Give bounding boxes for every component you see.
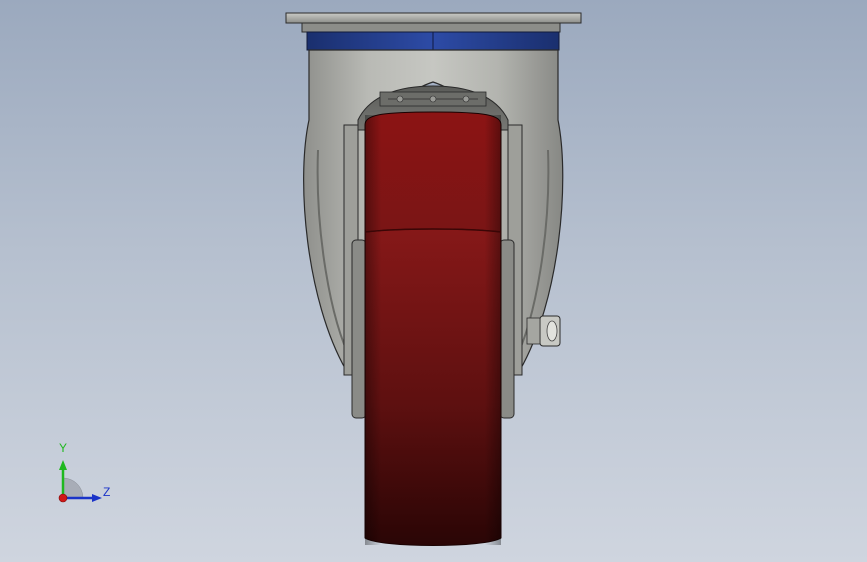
top-plate bbox=[285, 12, 582, 33]
orientation-triad: Y Z bbox=[40, 438, 130, 518]
triad-z-label: Z bbox=[103, 485, 111, 499]
caster-wheel-model[interactable] bbox=[0, 0, 867, 562]
bearing-ring bbox=[306, 31, 560, 51]
graphics-viewport[interactable]: Y Z bbox=[0, 0, 867, 562]
wheel bbox=[364, 111, 502, 546]
z-axis-arrow-icon bbox=[92, 494, 102, 502]
triad-graphic bbox=[58, 460, 102, 503]
y-axis-arrow-icon bbox=[59, 460, 67, 470]
x-axis-dot-icon bbox=[58, 493, 68, 503]
triad-y-label: Y bbox=[59, 441, 68, 455]
axle-nut bbox=[526, 315, 561, 347]
